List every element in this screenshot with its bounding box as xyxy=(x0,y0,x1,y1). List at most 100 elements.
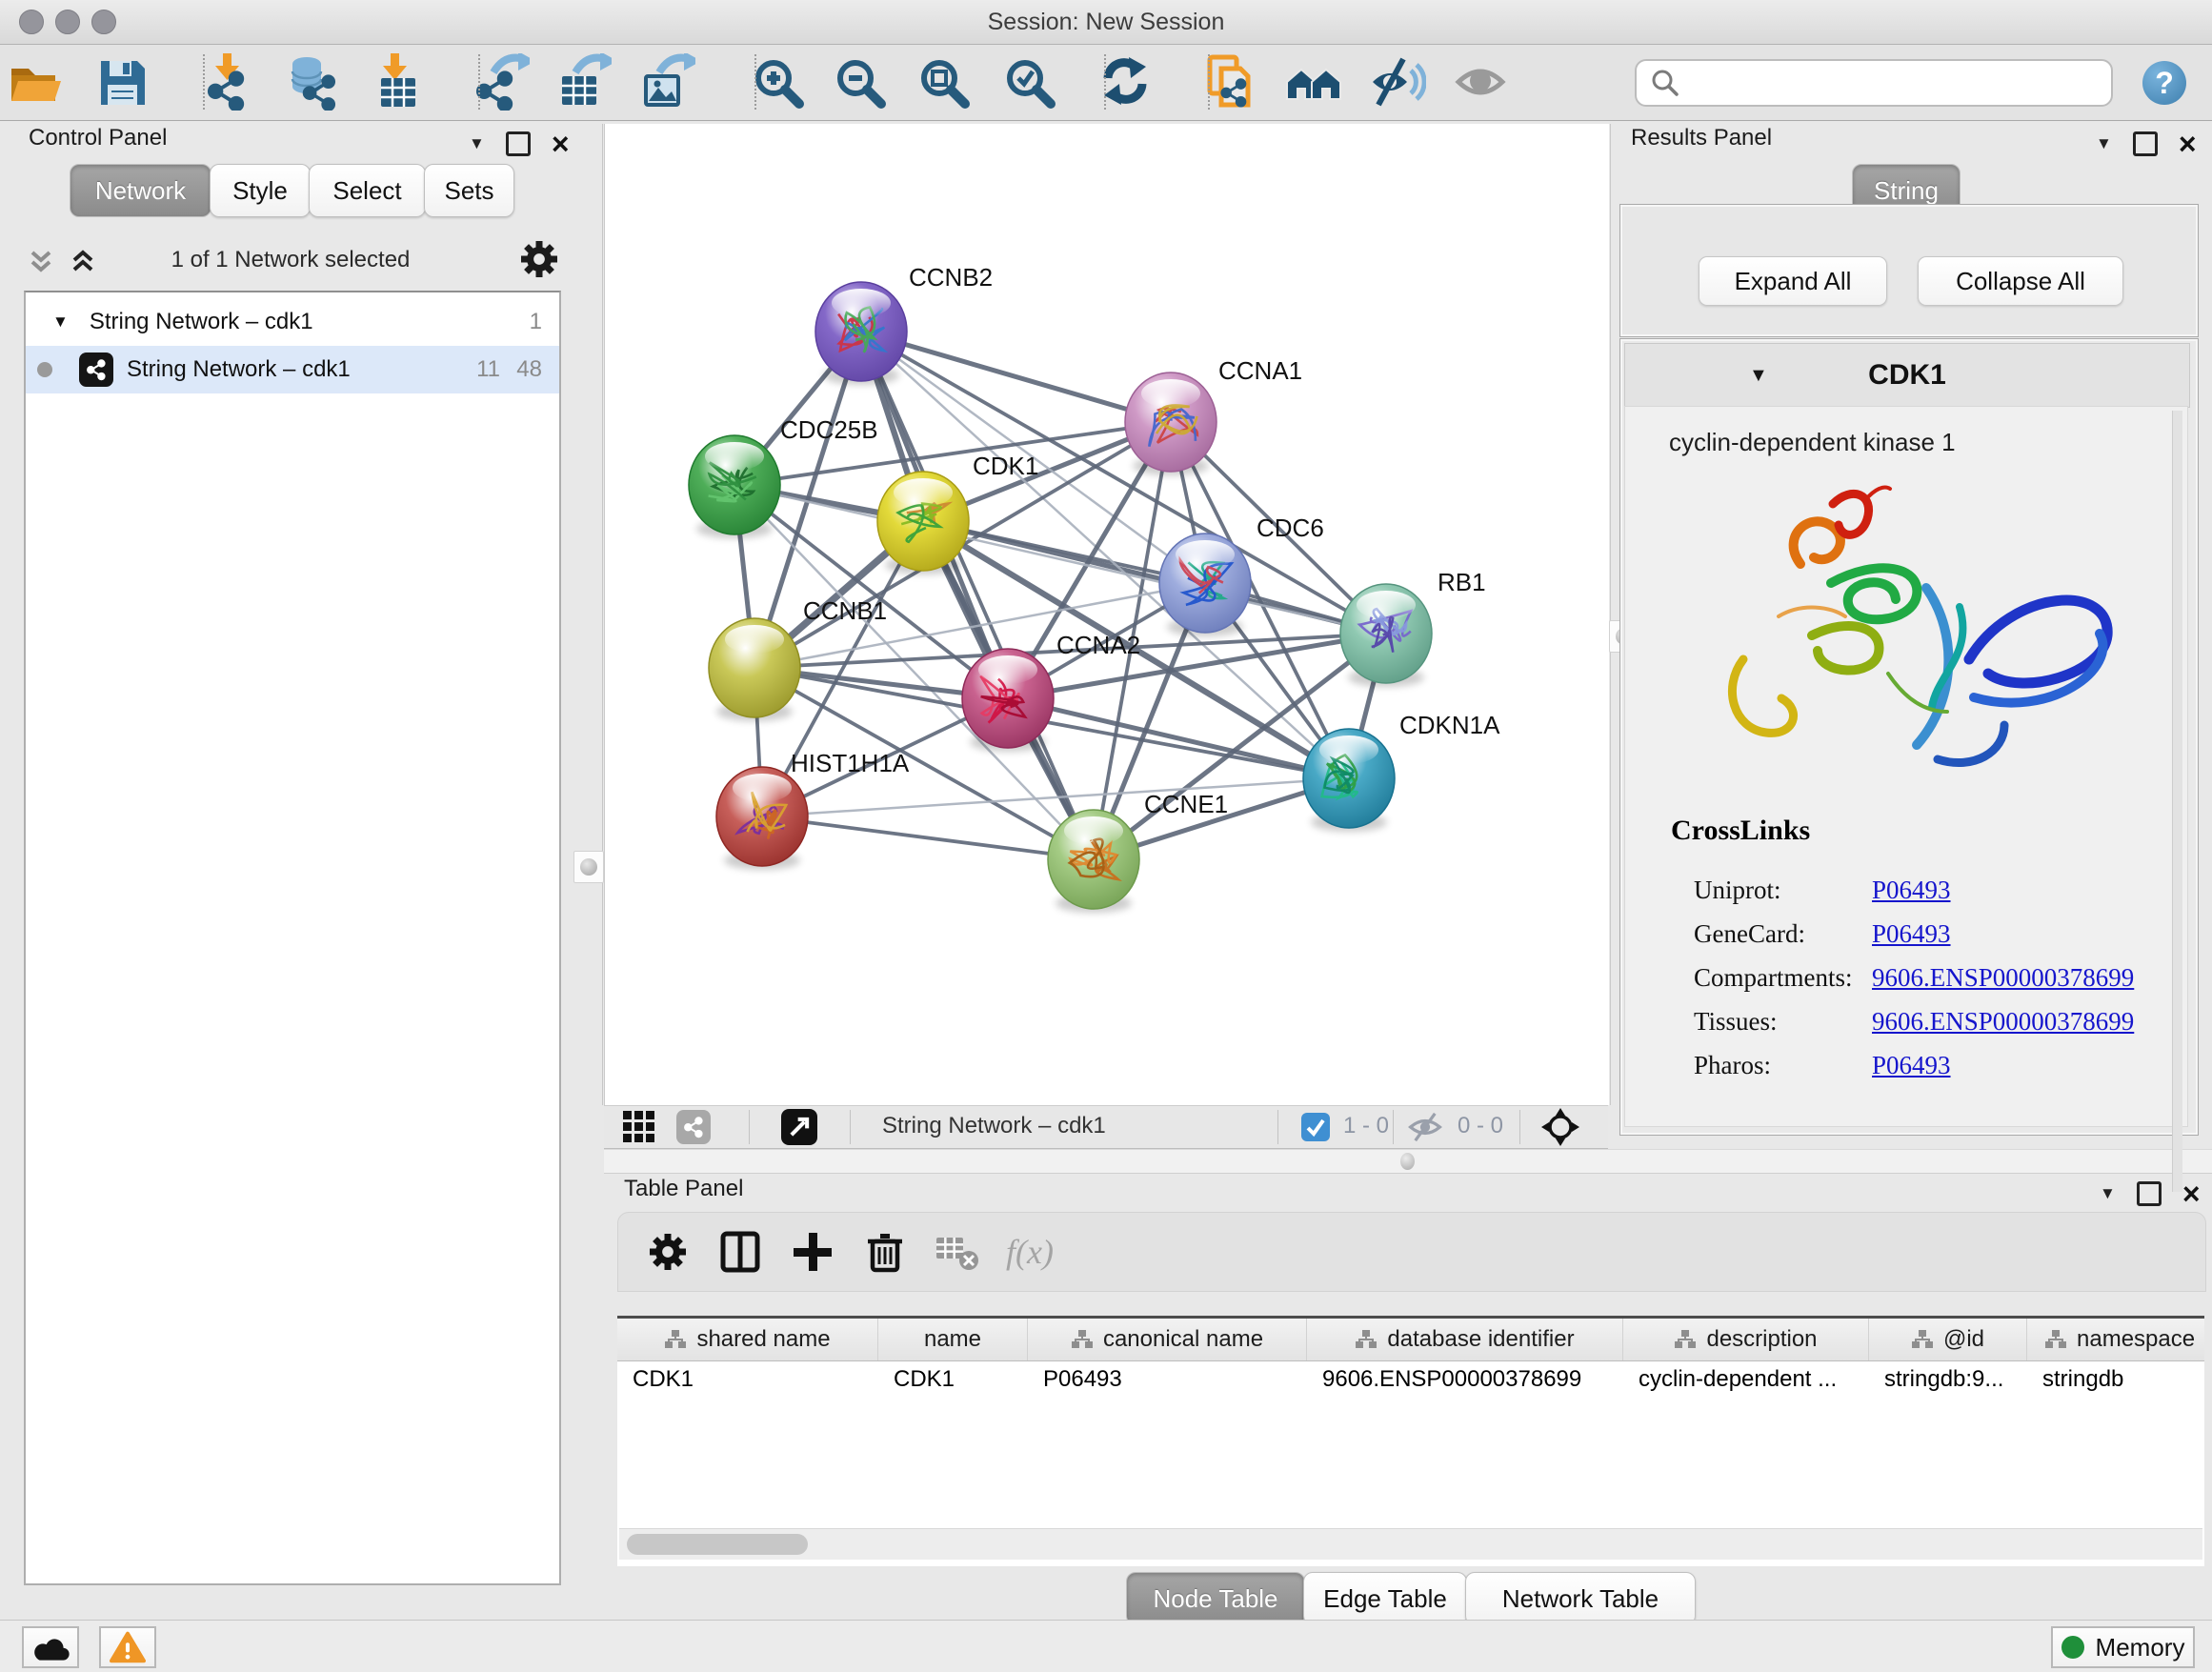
network-node[interactable] xyxy=(1159,534,1251,636)
show-graphics-button[interactable] xyxy=(1452,51,1513,112)
network-canvas[interactable]: CCNB2CCNA1CDC25BCDK1CDC6RB1CCNB1CCNA2CDK… xyxy=(605,124,1609,1105)
open-session-button[interactable] xyxy=(2,51,63,112)
table-panel-close-icon[interactable]: × xyxy=(2182,1184,2201,1203)
column-header-namespace[interactable]: namespace xyxy=(2027,1319,2204,1360)
create-column-button[interactable] xyxy=(790,1229,835,1275)
left-splitter-handle[interactable] xyxy=(573,851,604,883)
expand-all-button[interactable]: Expand All xyxy=(1699,256,1887,306)
network-node[interactable] xyxy=(1303,729,1395,832)
network-node[interactable] xyxy=(1125,373,1217,475)
crosslink-link[interactable]: P06493 xyxy=(1872,1051,1951,1080)
tab-edge-table[interactable]: Edge Table xyxy=(1303,1572,1467,1625)
hidden-eye-icon[interactable] xyxy=(1408,1112,1442,1142)
search-field[interactable] xyxy=(1635,59,2113,107)
network-node[interactable] xyxy=(1048,810,1139,913)
table-panel-menu-icon[interactable]: ▼ xyxy=(2100,1184,2116,1203)
collapse-all-icon[interactable] xyxy=(27,250,55,276)
network-edge[interactable] xyxy=(861,332,1171,422)
tab-network-table[interactable]: Network Table xyxy=(1465,1572,1696,1625)
tab-node-table[interactable]: Node Table xyxy=(1126,1572,1305,1625)
tree-expander-icon[interactable]: ▼ xyxy=(52,312,69,332)
table-panel-float-icon[interactable] xyxy=(2137,1181,2162,1206)
network-node[interactable] xyxy=(716,767,808,870)
crosslink-link[interactable]: 9606.ENSP00000378699 xyxy=(1872,963,2134,993)
delete-columns-button[interactable] xyxy=(862,1229,908,1275)
right-splitter[interactable] xyxy=(1610,124,1611,1105)
birdseye-share-icon[interactable] xyxy=(676,1110,711,1144)
crosslink-link[interactable]: 9606.ENSP00000378699 xyxy=(1872,1007,2134,1037)
results-scrollbar[interactable] xyxy=(2172,411,2182,1192)
cell-shared-name[interactable]: CDK1 xyxy=(617,1360,878,1399)
detach-view-icon[interactable] xyxy=(781,1109,817,1145)
tab-sets[interactable]: Sets xyxy=(424,164,514,217)
cell--id[interactable]: stringdb:9... xyxy=(1869,1360,2027,1399)
center-view-crosshair-icon[interactable] xyxy=(1541,1108,1579,1146)
table-row[interactable]: CDK1CDK1P064939606.ENSP00000378699cyclin… xyxy=(617,1360,2204,1399)
column-header-database-identifier[interactable]: database identifier xyxy=(1307,1319,1623,1360)
zoom-out-button[interactable] xyxy=(829,51,890,112)
cloud-button[interactable] xyxy=(22,1626,79,1668)
zoom-fit-button[interactable] xyxy=(913,51,974,112)
cell-database-identifier[interactable]: 9606.ENSP00000378699 xyxy=(1307,1360,1623,1399)
table-settings-button[interactable] xyxy=(645,1229,691,1275)
search-input[interactable] xyxy=(1688,63,2111,103)
column-header-description[interactable]: description xyxy=(1623,1319,1869,1360)
scrollbar-thumb[interactable] xyxy=(627,1534,808,1555)
gene-expander-icon[interactable]: ▼ xyxy=(1749,365,1768,387)
expand-all-icon[interactable] xyxy=(69,250,97,276)
import-network-from-file-button[interactable] xyxy=(198,51,259,112)
hide-graphics-button[interactable] xyxy=(1367,51,1428,112)
import-network-from-database-button[interactable] xyxy=(280,51,341,112)
help-button[interactable]: ? xyxy=(2142,61,2186,105)
tab-select[interactable]: Select xyxy=(309,164,426,217)
network-edge[interactable] xyxy=(762,816,1094,859)
column-header-canonical-name[interactable]: canonical name xyxy=(1028,1319,1307,1360)
memory-button[interactable]: Memory xyxy=(2051,1626,2195,1668)
results-panel-close-icon[interactable]: × xyxy=(2179,134,2197,153)
network-node[interactable] xyxy=(1340,584,1432,687)
cell-description[interactable]: cyclin-dependent ... xyxy=(1623,1360,1869,1399)
network-list-options-gear-icon[interactable] xyxy=(518,238,560,280)
column-header--id[interactable]: @id xyxy=(1869,1319,2027,1360)
network-node[interactable] xyxy=(709,618,800,721)
export-image-button[interactable] xyxy=(636,51,697,112)
import-table-button[interactable] xyxy=(366,51,427,112)
tab-network[interactable]: Network xyxy=(70,164,211,217)
grid-mode-icon[interactable] xyxy=(623,1111,655,1143)
cell-name[interactable]: CDK1 xyxy=(878,1360,1028,1399)
table-panel-splitter-handle[interactable] xyxy=(1400,1153,1415,1170)
crosslink-link[interactable]: P06493 xyxy=(1872,876,1951,905)
column-header-shared-name[interactable]: shared name xyxy=(617,1319,878,1360)
column-header-name[interactable]: name xyxy=(878,1319,1028,1360)
control-panel-float-icon[interactable] xyxy=(506,131,531,156)
left-splitter[interactable] xyxy=(602,124,603,1105)
main-toolbar: ? xyxy=(0,45,2212,121)
zoom-selected-button[interactable] xyxy=(998,51,1059,112)
network-row-selected[interactable]: String Network – cdk1 11 48 xyxy=(26,346,559,393)
string-import-button[interactable] xyxy=(1283,51,1344,112)
tab-style[interactable]: Style xyxy=(210,164,311,217)
network-node[interactable] xyxy=(877,472,969,574)
save-session-button[interactable] xyxy=(91,51,152,112)
control-panel-close-icon[interactable]: × xyxy=(552,134,570,153)
gene-header[interactable]: ▼ CDK1 xyxy=(1624,343,2190,408)
network-node-label: CCNA2 xyxy=(1056,631,1140,659)
cell-canonical-name[interactable]: P06493 xyxy=(1028,1360,1307,1399)
crosslink-link[interactable]: P06493 xyxy=(1872,919,1951,949)
warnings-button[interactable] xyxy=(99,1626,156,1668)
show-columns-button[interactable] xyxy=(717,1229,763,1275)
selected-checkbox-icon[interactable] xyxy=(1301,1113,1330,1141)
table-panel-splitter[interactable] xyxy=(604,1149,2212,1174)
crosslink-row: GeneCard: P06493 xyxy=(1625,919,2187,963)
results-panel-float-icon[interactable] xyxy=(2133,131,2158,156)
export-table-button[interactable] xyxy=(553,51,613,112)
collapse-all-button[interactable]: Collapse All xyxy=(1918,256,2123,306)
network-node[interactable] xyxy=(689,435,780,538)
table-horizontal-scrollbar[interactable] xyxy=(619,1528,2202,1560)
control-panel-menu-icon[interactable]: ▼ xyxy=(469,134,485,153)
results-panel-menu-icon[interactable]: ▼ xyxy=(2096,134,2112,153)
cell-namespace[interactable]: stringdb xyxy=(2027,1360,2204,1399)
network-collection-row[interactable]: ▼ String Network – cdk1 1 xyxy=(26,298,559,346)
crosslink-row: Uniprot: P06493 xyxy=(1625,876,2187,919)
network-edge[interactable] xyxy=(861,332,1094,859)
